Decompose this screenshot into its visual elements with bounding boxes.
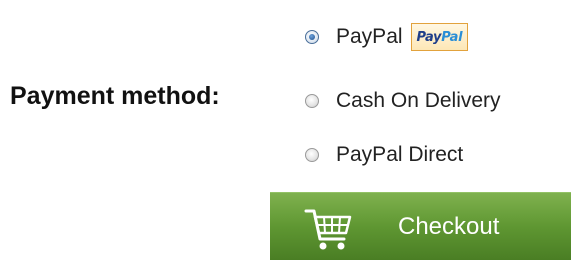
radio-paypal-direct[interactable] (305, 148, 319, 162)
option-label-cod: Cash On Delivery (336, 89, 501, 112)
radio-paypal[interactable] (305, 30, 319, 44)
paypal-logo: Pay Pal (410, 23, 469, 51)
checkout-label: Checkout (398, 213, 500, 240)
payment-option-cod[interactable]: Cash On Delivery (305, 86, 501, 116)
radio-cod[interactable] (305, 94, 319, 108)
payment-option-paypal-direct[interactable]: PayPal Direct (305, 140, 463, 170)
checkout-button[interactable]: Checkout (270, 192, 571, 260)
shopping-cart-icon (304, 209, 352, 250)
payment-option-paypal[interactable]: PayPal Pay Pal (305, 22, 469, 52)
option-label-paypal: PayPal (336, 25, 403, 48)
option-label-paypal-direct: PayPal Direct (336, 143, 464, 166)
payment-method-label: Payment method: (10, 82, 220, 110)
